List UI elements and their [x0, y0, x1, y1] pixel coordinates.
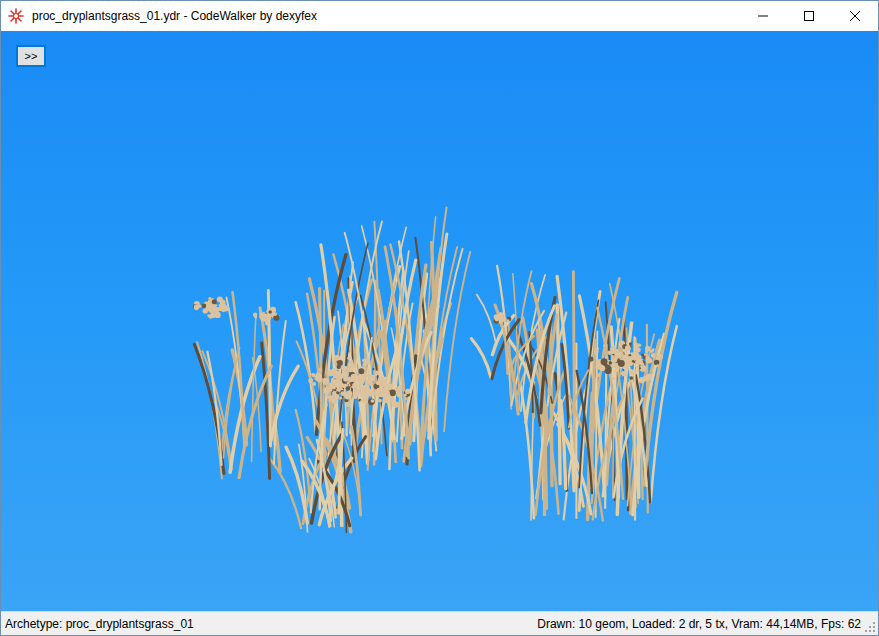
window-title: proc_dryplantsgrass_01.ydr - CodeWalker …: [32, 7, 740, 25]
maximize-button[interactable]: [786, 1, 832, 31]
viewport[interactable]: >>: [1, 31, 878, 611]
status-archetype: Archetype: proc_dryplantsgrass_01: [5, 615, 194, 633]
title-bar: proc_dryplantsgrass_01.ydr - CodeWalker …: [1, 1, 878, 31]
minimize-icon: [758, 11, 768, 21]
toggle-panel-button[interactable]: >>: [16, 45, 46, 67]
status-bar: Archetype: proc_dryplantsgrass_01 Drawn: …: [1, 611, 878, 635]
close-button[interactable]: [832, 1, 878, 31]
resize-grip-icon[interactable]: [864, 621, 876, 633]
codewalker-window: proc_dryplantsgrass_01.ydr - CodeWalker …: [0, 0, 879, 636]
app-icon: [8, 8, 24, 24]
status-stats: Drawn: 10 geom, Loaded: 2 dr, 5 tx, Vram…: [537, 615, 861, 633]
grass-model-render: [1, 31, 878, 613]
window-controls: [740, 1, 878, 31]
minimize-button[interactable]: [740, 1, 786, 31]
close-icon: [850, 11, 860, 21]
maximize-icon: [804, 11, 814, 21]
